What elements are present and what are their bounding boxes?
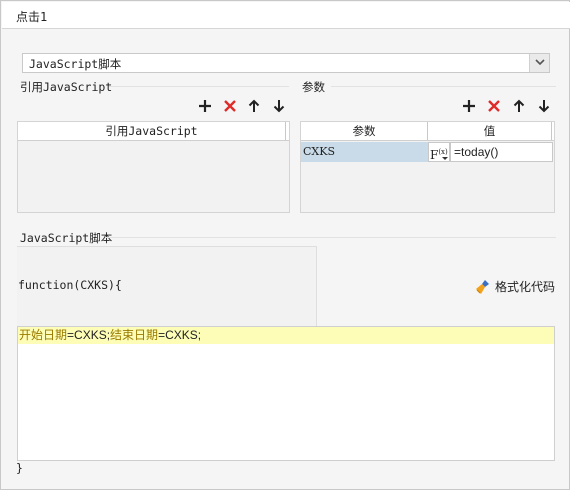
format-code-label: 格式化代码 bbox=[495, 280, 556, 294]
add-reference-button[interactable] bbox=[197, 98, 213, 114]
params-section-label: 参数 bbox=[302, 80, 325, 94]
code-token: 开始日期 bbox=[19, 328, 68, 342]
delete-icon bbox=[224, 100, 236, 112]
fx-dropdown-icon bbox=[442, 157, 448, 160]
divider bbox=[331, 86, 556, 87]
dialog-frame: 点击1 JavaScript脚本 引用JavaScript 引用JavaScri… bbox=[0, 0, 570, 490]
column-header-value[interactable]: 值 bbox=[428, 122, 552, 140]
add-param-button[interactable] bbox=[461, 98, 477, 114]
code-token: =CXKS; bbox=[67, 328, 111, 342]
move-up-reference-button[interactable] bbox=[246, 98, 262, 114]
column-header-param[interactable]: 参数 bbox=[301, 122, 428, 140]
divider bbox=[105, 237, 556, 238]
move-down-icon bbox=[538, 100, 550, 113]
params-header: 参数 值 bbox=[301, 122, 554, 141]
move-down-reference-button[interactable] bbox=[271, 98, 287, 114]
title-bar: 点击1 bbox=[2, 2, 570, 29]
param-row[interactable]: CXKS F(x) =today() bbox=[301, 142, 554, 162]
function-footer: } bbox=[16, 461, 23, 475]
dropdown-button[interactable] bbox=[529, 54, 549, 72]
chevron-down-icon bbox=[535, 59, 545, 66]
add-icon bbox=[463, 100, 475, 112]
param-value-cell[interactable]: =today() bbox=[450, 142, 553, 162]
referenced-js-section-label: 引用JavaScript bbox=[20, 80, 113, 94]
formula-button[interactable]: F(x) bbox=[428, 142, 450, 162]
move-down-icon bbox=[273, 100, 285, 113]
delete-icon bbox=[488, 100, 500, 112]
code-token: 结束日期 bbox=[110, 328, 159, 342]
referenced-js-header: 引用JavaScript bbox=[18, 122, 289, 141]
delete-reference-button[interactable] bbox=[222, 98, 238, 114]
script-editor[interactable]: 开始日期=CXKS;结束日期=CXKS; bbox=[17, 326, 555, 461]
move-down-param-button[interactable] bbox=[536, 98, 552, 114]
move-up-icon bbox=[248, 99, 260, 112]
referenced-js-list[interactable]: 引用JavaScript bbox=[17, 121, 290, 213]
script-type-select[interactable]: JavaScript脚本 bbox=[22, 53, 550, 73]
code-line[interactable]: 开始日期=CXKS;结束日期=CXKS; bbox=[18, 327, 554, 344]
function-header: function(CXKS){ bbox=[18, 278, 122, 292]
move-up-icon bbox=[513, 99, 525, 112]
broom-icon bbox=[476, 280, 489, 294]
script-type-value: JavaScript脚本 bbox=[29, 57, 122, 71]
param-name-cell[interactable]: CXKS bbox=[301, 142, 428, 162]
dialog-title: 点击1 bbox=[16, 10, 48, 24]
script-section-label: JavaScript脚本 bbox=[20, 231, 113, 245]
move-up-param-button[interactable] bbox=[511, 98, 527, 114]
fx-sub: (x) bbox=[438, 148, 448, 156]
column-header-referenced-js[interactable]: 引用JavaScript bbox=[18, 122, 286, 140]
params-table[interactable]: 参数 值 CXKS F(x) =today() bbox=[300, 121, 555, 213]
divider bbox=[109, 86, 289, 87]
delete-param-button[interactable] bbox=[486, 98, 502, 114]
code-token: =CXKS; bbox=[158, 328, 202, 342]
add-icon bbox=[199, 100, 211, 112]
